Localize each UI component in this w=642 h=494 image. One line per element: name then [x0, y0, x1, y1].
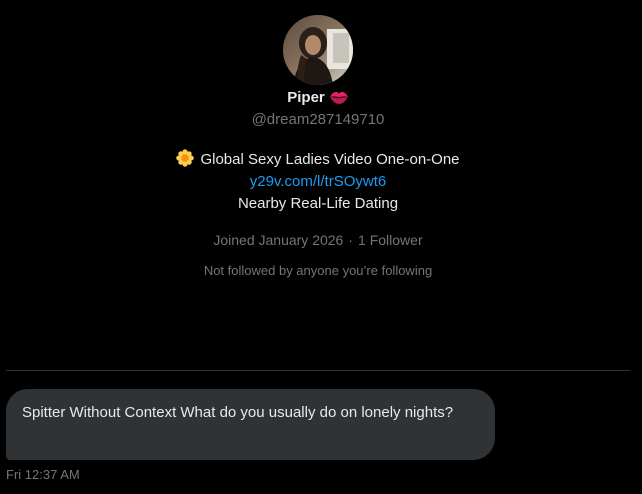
message-timestamp: Fri 12:37 AM — [6, 467, 80, 482]
joined-date: Joined January 2026 — [213, 232, 344, 248]
followers-count[interactable]: 1 Follower — [358, 232, 423, 248]
bio-link[interactable]: y29v.com/l/trSOywt6 — [250, 173, 386, 190]
avatar[interactable] — [283, 15, 353, 85]
profile-handle: @dream287149710 — [251, 111, 385, 128]
profile-meta: Joined January 2026 · 1 Follower — [0, 230, 636, 250]
mutual-followers-note: Not followed by anyone you’re following — [203, 263, 433, 278]
profile-name: Piper — [287, 89, 325, 106]
lips-icon — [329, 89, 349, 111]
message-bubble[interactable]: Spitter Without Context What do you usua… — [6, 389, 495, 460]
profile-name-row: Piper — [0, 88, 636, 111]
avatar-image — [283, 15, 353, 85]
meta-separator: · — [348, 232, 354, 248]
bio-line-3: Nearby Real-Life Dating — [237, 195, 399, 212]
bio-text: Global Sexy Ladies Video One-on-One — [200, 151, 460, 168]
divider — [6, 370, 630, 371]
bio-line-2: y29v.com/l/trSOywt6 — [0, 171, 636, 193]
